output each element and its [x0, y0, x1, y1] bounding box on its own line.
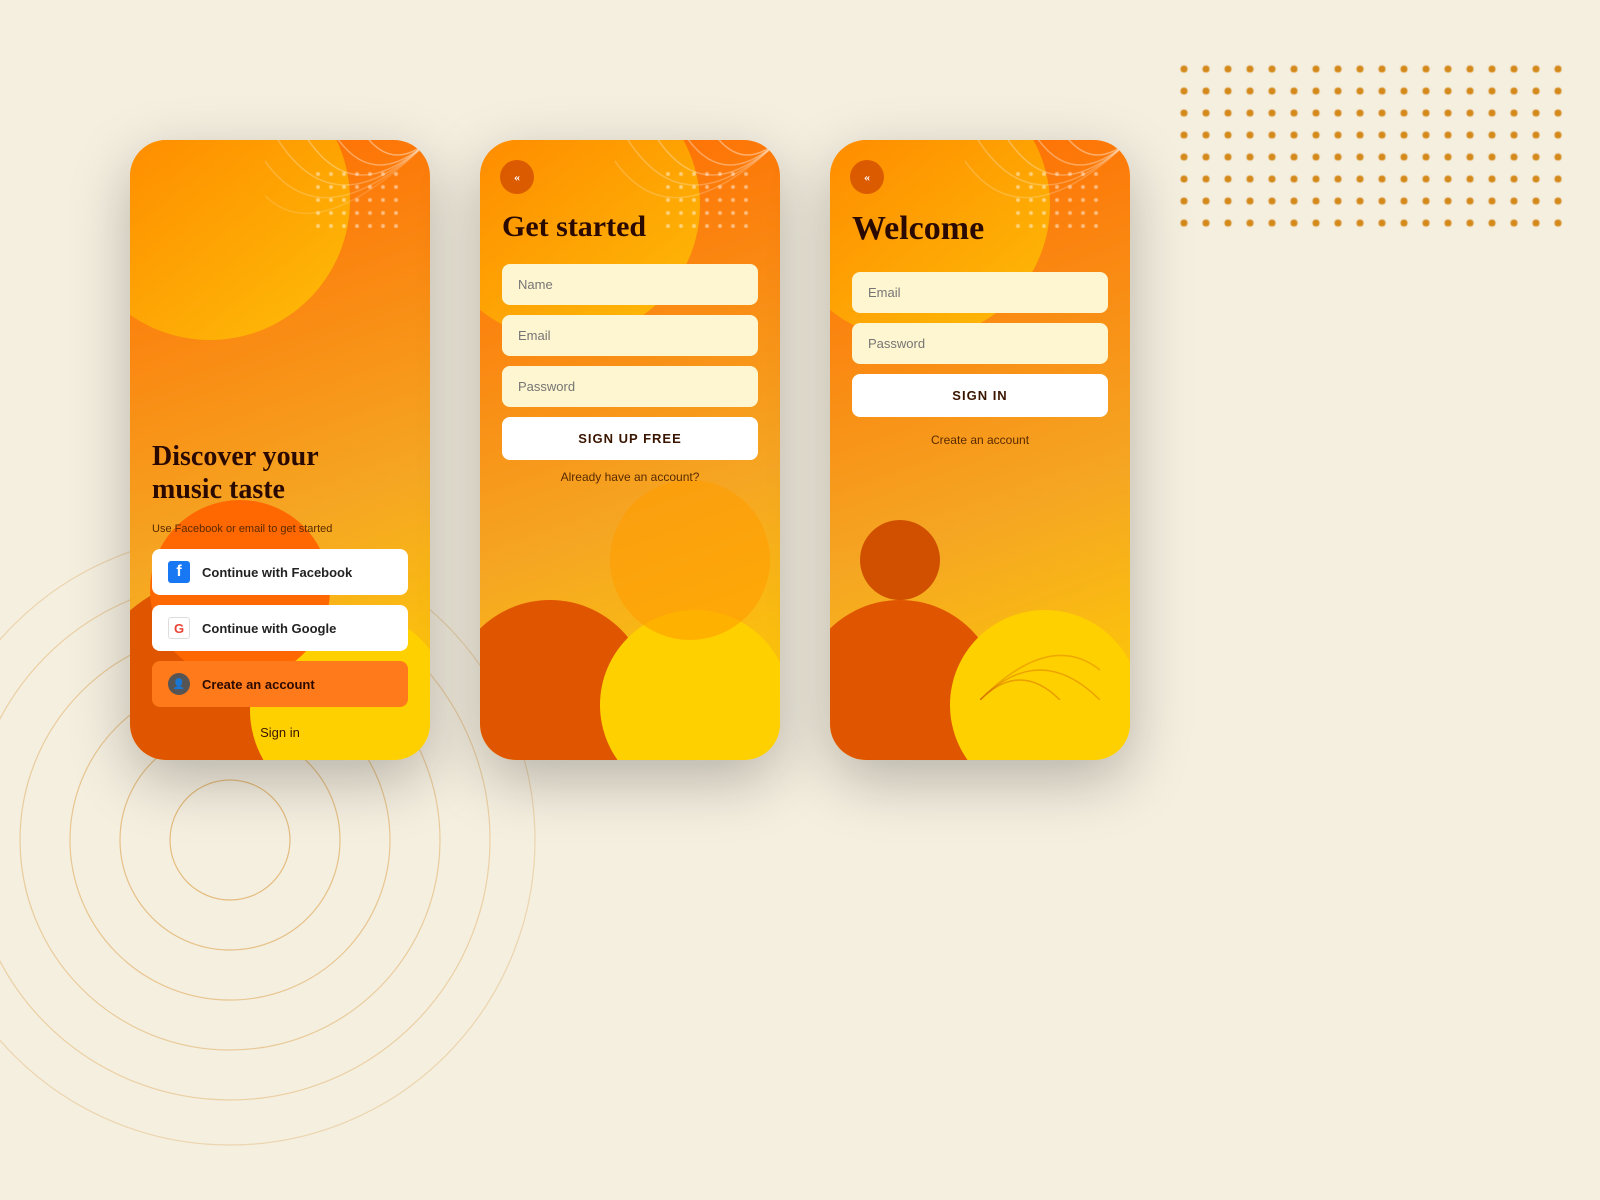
- signin-button[interactable]: SIGN IN: [852, 374, 1108, 417]
- card-welcome: « Welcome SIGN IN Create an account: [830, 140, 1130, 760]
- already-link[interactable]: Already have an account?: [502, 470, 758, 484]
- dots-canvas: [1170, 55, 1600, 275]
- create-account-button[interactable]: 👤 Create an account: [152, 661, 408, 707]
- password-input-2[interactable]: [502, 366, 758, 407]
- password-input-3[interactable]: [852, 323, 1108, 364]
- create-account-link[interactable]: Create an account: [852, 433, 1108, 447]
- card1-title: Discover your music taste: [152, 440, 408, 507]
- cards-container: Discover your music taste Use Facebook o…: [130, 140, 1130, 760]
- card1-content: Discover your music taste Use Facebook o…: [130, 140, 430, 760]
- card2-content: Get started SIGN UP FREE Already have an…: [480, 140, 780, 760]
- signin-btn-label: SIGN IN: [952, 388, 1007, 403]
- person-icon: 👤: [168, 673, 190, 695]
- google-icon: G: [168, 617, 190, 639]
- card3-content: Welcome SIGN IN Create an account: [830, 140, 1130, 760]
- signup-button[interactable]: SIGN UP FREE: [502, 417, 758, 460]
- name-input[interactable]: [502, 264, 758, 305]
- create-btn-label: Create an account: [202, 677, 315, 692]
- google-button[interactable]: G Continue with Google: [152, 605, 408, 651]
- card3-title: Welcome: [852, 210, 1108, 248]
- card1-subtitle: Use Facebook or email to get started: [152, 523, 408, 535]
- email-input-3[interactable]: [852, 272, 1108, 313]
- facebook-btn-label: Continue with Facebook: [202, 565, 352, 580]
- facebook-button[interactable]: f Continue with Facebook: [152, 549, 408, 595]
- signin-link[interactable]: Sign in: [152, 725, 408, 740]
- signup-btn-label: SIGN UP FREE: [578, 431, 682, 446]
- card-getstarted: « Get started SIGN UP FREE Already have …: [480, 140, 780, 760]
- facebook-icon: f: [168, 561, 190, 583]
- google-btn-label: Continue with Google: [202, 621, 336, 636]
- card2-title: Get started: [502, 210, 758, 244]
- email-input-2[interactable]: [502, 315, 758, 356]
- card-discover: Discover your music taste Use Facebook o…: [130, 140, 430, 760]
